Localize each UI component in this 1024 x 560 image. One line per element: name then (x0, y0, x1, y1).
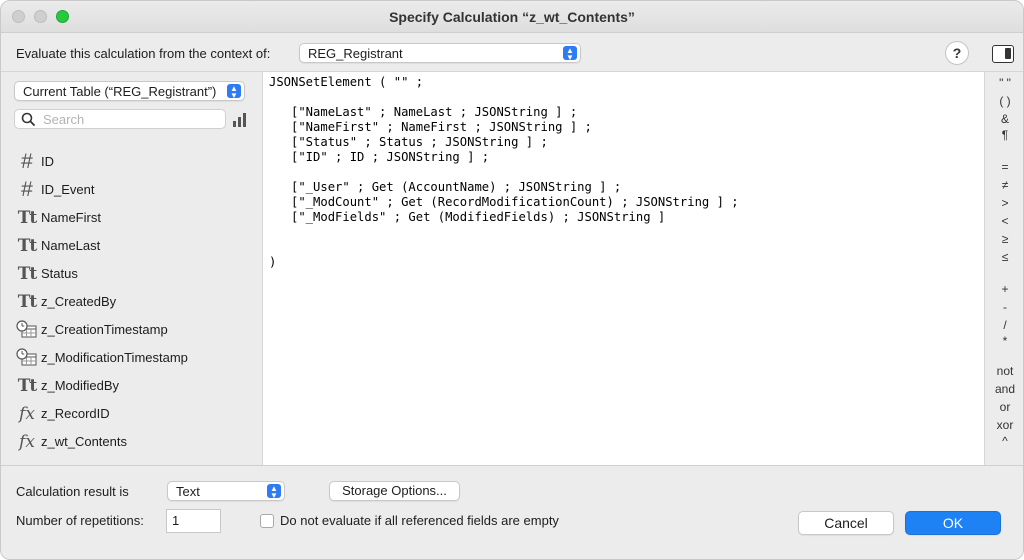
field-label: ID_Event (41, 182, 95, 197)
operator-button[interactable]: - (985, 300, 1023, 314)
formula-editor[interactable]: JSONSetElement ( "" ; ["NameLast" ; Name… (262, 71, 984, 465)
field-label: NameFirst (41, 210, 101, 225)
field-label: z_RecordID (41, 406, 110, 421)
calculation-dialog: Specify Calculation “z_wt_Contents” Eval… (0, 0, 1024, 560)
operator-button[interactable]: + (985, 282, 1023, 296)
chevron-updown-icon: ▲ ▼ (563, 46, 577, 62)
operator-button[interactable]: not (985, 364, 1023, 378)
fields-panel: Current Table (“REG_Registrant”) ▲▼ #ID#… (1, 71, 262, 465)
fx-icon: fx (19, 404, 35, 424)
field-item[interactable]: Tt Status (1, 260, 262, 288)
operator-button[interactable]: / (985, 318, 1023, 332)
field-item[interactable]: Tt NameFirst (1, 204, 262, 232)
title-bar: Specify Calculation “z_wt_Contents” (1, 1, 1023, 33)
field-list: # ID # ID_Event Tt NameFirst Tt NameLast Tt Statu… (1, 148, 262, 456)
chevron-updown-icon: ▲ ▼ (227, 84, 241, 100)
result-type-value: Text (176, 484, 200, 499)
table-select-value: Current Table (“REG_Registrant”) (23, 84, 217, 99)
result-type-select[interactable]: Text ▲ ▼ (167, 481, 285, 501)
field-item[interactable]: # ID_Event (1, 176, 262, 204)
operator-button[interactable]: ≥ (985, 232, 1023, 246)
text-type-icon: Tt (17, 264, 38, 284)
fx-icon: fx (19, 432, 35, 452)
operator-button[interactable]: * (985, 334, 1023, 348)
do-not-evaluate-checkbox[interactable] (260, 514, 274, 528)
field-item[interactable]: Tt NameLast (1, 232, 262, 260)
text-type-icon: Tt (17, 376, 38, 396)
operator-button[interactable]: & (985, 112, 1023, 126)
text-type-icon: Tt (17, 208, 38, 228)
sort-fields-icon[interactable] (233, 113, 249, 127)
operator-button[interactable]: < (985, 214, 1023, 228)
timestamp-icon (15, 348, 39, 368)
sidebar-toggle-icon[interactable] (992, 45, 1014, 63)
field-item[interactable]: fx z_RecordID (1, 400, 262, 428)
field-item[interactable]: z_CreationTimestamp (1, 316, 262, 344)
timestamp-icon (15, 320, 39, 340)
operator-button[interactable]: ≤ (985, 250, 1023, 264)
help-button[interactable]: ? (945, 41, 969, 65)
repetitions-label: Number of repetitions: (16, 513, 144, 528)
field-label: z_CreationTimestamp (41, 322, 168, 337)
window-title: Specify Calculation “z_wt_Contents” (389, 9, 635, 25)
ok-button[interactable]: OK (905, 511, 1001, 535)
operator-button[interactable]: > (985, 196, 1023, 210)
operators-panel: " " ( ) & ¶ = ≠ > < ≥ ≤ + - / * not and or xor ^ (984, 71, 1023, 465)
context-label: Evaluate this calculation from the conte… (16, 46, 271, 61)
operator-button[interactable]: ¶ (985, 128, 1023, 142)
operator-button[interactable]: ( ) (985, 94, 1023, 108)
chevron-updown-icon: ▲ ▼ (267, 484, 281, 500)
context-table-value: REG_Registrant (308, 46, 403, 61)
operator-button[interactable]: ≠ (985, 178, 1023, 192)
search-icon (21, 112, 35, 126)
text-type-icon: Tt (17, 236, 38, 256)
context-table-select[interactable]: REG_Registrant ▲ ▼ (299, 43, 581, 63)
field-label: Status (41, 266, 78, 281)
operator-button[interactable]: and (985, 382, 1023, 396)
context-row: Evaluate this calculation from the conte… (1, 33, 1023, 71)
field-label: NameLast (41, 238, 101, 253)
field-label: z_CreatedBy (41, 294, 117, 309)
hash-icon: # (21, 178, 33, 201)
field-item[interactable]: Tt z_CreatedBy (1, 288, 262, 316)
storage-options-button[interactable]: Storage Options... (329, 481, 460, 501)
do-not-evaluate-label[interactable]: Do not evaluate if all referenced fields… (280, 513, 559, 528)
field-label: z_ModifiedBy (41, 378, 120, 393)
operator-button[interactable]: " " (985, 76, 1023, 90)
formula-text[interactable]: JSONSetElement ( "" ; ["NameLast" ; Name… (269, 75, 739, 270)
field-item[interactable]: fx z_wt_Contents (1, 428, 262, 456)
operator-button[interactable]: ^ (985, 434, 1023, 448)
result-type-label: Calculation result is (16, 484, 129, 499)
field-item[interactable]: Tt z_ModifiedBy (1, 372, 262, 400)
field-search-input[interactable] (43, 112, 218, 127)
field-search-box[interactable] (14, 109, 226, 129)
field-item[interactable]: # ID (1, 148, 262, 176)
field-item[interactable]: z_ModificationTimestamp (1, 344, 262, 372)
field-label: z_ModificationTimestamp (41, 350, 188, 365)
operator-button[interactable]: or (985, 400, 1023, 414)
operator-button[interactable]: = (985, 160, 1023, 174)
cancel-button[interactable]: Cancel (798, 511, 894, 535)
hash-icon: # (21, 150, 33, 173)
text-type-icon: Tt (17, 292, 38, 312)
field-label: z_wt_Contents (41, 434, 127, 449)
operator-button[interactable]: xor (985, 418, 1023, 432)
dialog-footer: Calculation result is Text ▲ ▼ Storage Op… (1, 465, 1023, 559)
repetitions-input[interactable]: 1 (166, 509, 221, 533)
field-label: ID (41, 154, 54, 169)
table-select[interactable]: Current Table (“REG_Registrant”) ▲ ▼ (14, 81, 245, 101)
